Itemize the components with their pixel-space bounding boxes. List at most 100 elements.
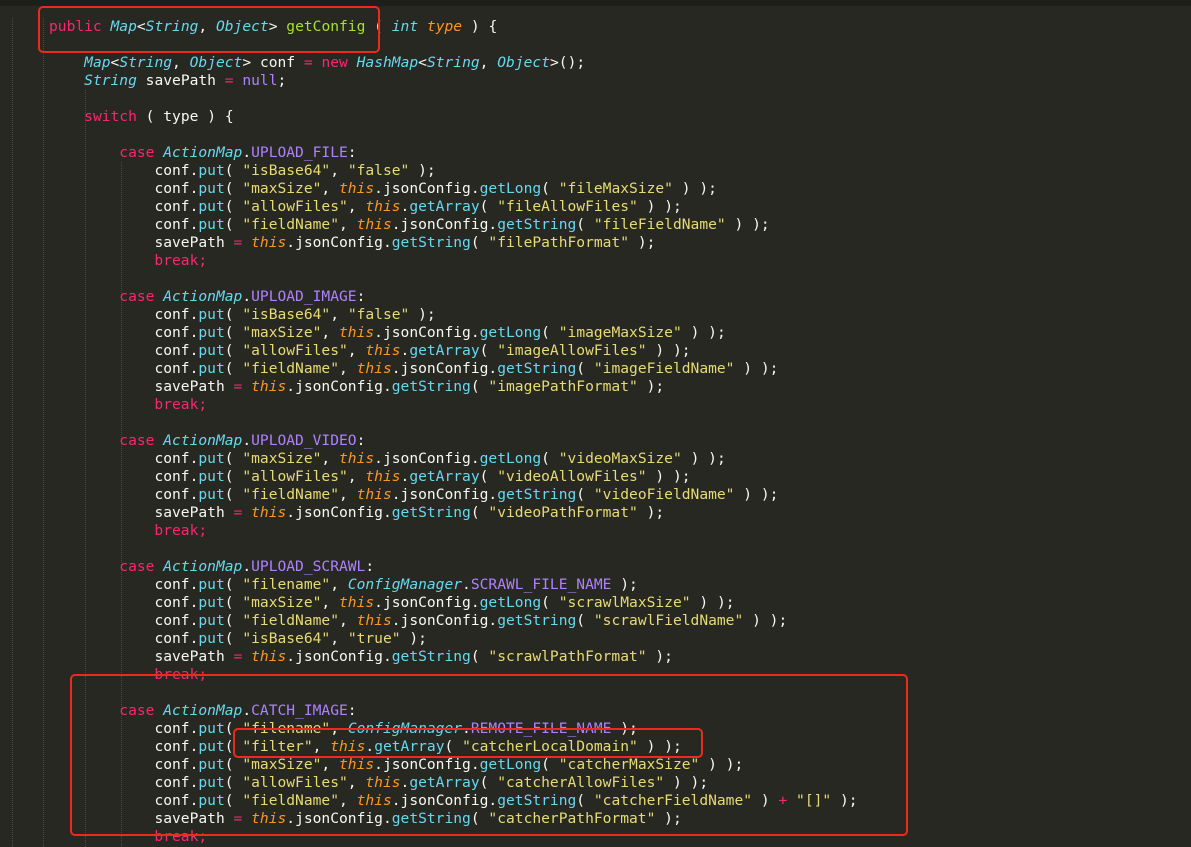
code-token: getArray [409, 198, 480, 215]
code-line: conf.put( "maxSize", this.jsonConfig.get… [49, 594, 1191, 612]
code-token: ) [708, 756, 717, 773]
code-line: conf.put( "fieldName", this.jsonConfig.g… [49, 216, 1191, 234]
code-token: . [391, 360, 401, 377]
code-token: ) [743, 360, 753, 377]
code-token: conf [154, 360, 190, 377]
code-editor[interactable]: public Map<String, Object> getConfig ( i… [49, 18, 1191, 846]
code-token: getString [497, 486, 577, 503]
code-token: put [198, 306, 225, 323]
code-token: Object [189, 54, 243, 71]
code-token: . [391, 216, 401, 233]
code-token: ( [224, 612, 234, 629]
code-token: . [374, 324, 383, 341]
code-token: ) [672, 468, 682, 485]
code-token: conf [154, 216, 190, 233]
code-token: conf [154, 486, 190, 503]
code-token: put [198, 324, 225, 341]
code-token: , [172, 54, 181, 71]
code-token: getConfig [286, 18, 366, 35]
tab-bar [0, 0, 1191, 6]
code-token: "filename" [242, 576, 331, 593]
code-token: "fieldName" [242, 216, 339, 233]
code-token: conf [154, 468, 190, 485]
code-token: this [251, 378, 287, 395]
code-token: ) [418, 162, 427, 179]
code-token: ; [708, 180, 717, 197]
code-token: put [198, 738, 225, 755]
break-statement: break; [49, 252, 208, 269]
code-token: ( [224, 162, 234, 179]
code-token: conf [154, 594, 190, 611]
code-token: "allowFiles" [242, 342, 348, 359]
code-token: put [198, 162, 225, 179]
code-token: getString [391, 234, 471, 251]
code-token: conf [154, 792, 190, 809]
code-token: ( [224, 774, 234, 791]
code-token: ) [708, 450, 717, 467]
code-token: < [110, 54, 120, 71]
code-token: ; [769, 360, 779, 377]
code-token: ( [576, 792, 586, 809]
code-token: ; [646, 234, 656, 251]
code-token: getLong [479, 324, 542, 341]
code-token: String [145, 18, 199, 35]
code-token: , [347, 198, 357, 215]
code-token: this [251, 504, 287, 521]
code-token: "fieldName" [242, 612, 339, 629]
code-token: jsonConfig [295, 234, 383, 251]
code-line: conf.put( "fieldName", this.jsonConfig.g… [49, 360, 1191, 378]
code-token: , [321, 324, 331, 341]
code-token: "filename" [242, 720, 331, 737]
code-token: conf [154, 630, 190, 647]
code-token: , [347, 342, 357, 359]
code-token: ) [725, 756, 735, 773]
code-token: , [339, 216, 348, 233]
code-token: put [198, 216, 225, 233]
code-token: jsonConfig [295, 810, 383, 827]
code-token: ; [664, 648, 673, 665]
code-token: . [488, 216, 498, 233]
code-token: ) [699, 180, 709, 197]
code-token: ( [224, 450, 234, 467]
code-token: "videoMaxSize" [558, 450, 682, 467]
code-token: ( [470, 378, 480, 395]
code-token: getLong [479, 594, 542, 611]
code-token: conf [154, 324, 190, 341]
code-token: case [119, 702, 155, 719]
code-token: ) [672, 774, 682, 791]
code-line: conf.put( "filename", ConfigManager.SCRA… [49, 576, 1191, 594]
code-token: UPLOAD_SCRAWL [251, 558, 366, 575]
code-line: switch ( type ) { [49, 108, 1191, 126]
break-statement: break; [49, 396, 208, 413]
code-token: "scrawlMaxSize" [558, 594, 691, 611]
code-line: conf.put( "filename", ConfigManager.REMO… [49, 720, 1191, 738]
code-token: "scrawlPathFormat" [488, 648, 647, 665]
code-token: type [426, 18, 463, 35]
code-token: "isBase64" [242, 306, 331, 323]
code-token: type [163, 108, 199, 125]
